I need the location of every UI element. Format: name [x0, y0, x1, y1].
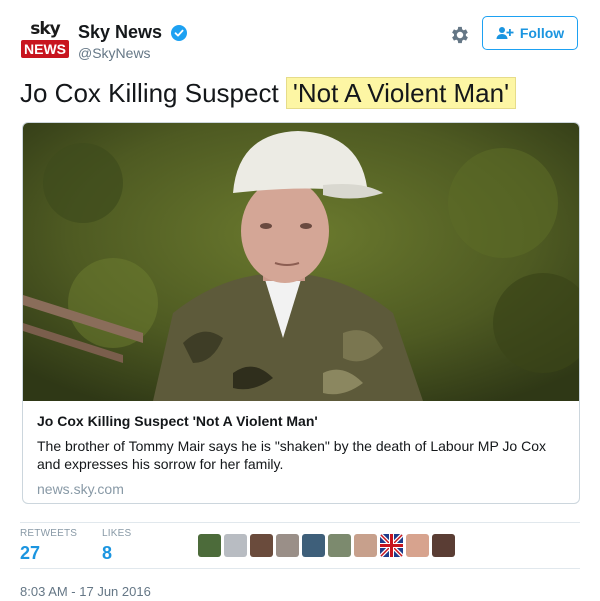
card-domain[interactable]: news.sky.com — [37, 481, 567, 497]
avatar[interactable] — [302, 534, 325, 557]
verified-icon — [170, 24, 187, 41]
display-name[interactable]: Sky News — [78, 22, 162, 43]
stats-bottom-divider — [20, 568, 580, 569]
avatar[interactable]: sky NEWS — [21, 19, 69, 64]
logo-sky-text: sky — [30, 19, 60, 39]
stats-top-divider — [20, 522, 580, 523]
avatar[interactable] — [198, 534, 221, 557]
card-title[interactable]: Jo Cox Killing Suspect 'Not A Violent Ma… — [37, 413, 567, 429]
avatar[interactable] — [224, 534, 247, 557]
avatar[interactable] — [354, 534, 377, 557]
retweets-stat[interactable]: RETWEETS 27 — [20, 528, 77, 564]
liker-avatars — [198, 534, 455, 557]
avatar[interactable] — [328, 534, 351, 557]
link-card[interactable]: Jo Cox Killing Suspect 'Not A Violent Ma… — [22, 122, 580, 504]
account-handle[interactable]: @SkyNews — [78, 45, 187, 61]
tweet-text-plain: Jo Cox Killing Suspect — [20, 78, 279, 108]
tweet-stats: RETWEETS 27 LIKES 8 — [20, 528, 580, 568]
card-description: The brother of Tommy Mair says he is "sh… — [37, 438, 547, 472]
avatar[interactable] — [250, 534, 273, 557]
add-user-icon — [496, 27, 514, 39]
retweets-count: 27 — [20, 543, 41, 563]
avatar[interactable] — [380, 534, 403, 557]
tweet-header: sky NEWS Sky News @SkyNews Follow — [21, 14, 580, 70]
retweets-label: RETWEETS — [20, 528, 78, 539]
avatar[interactable] — [432, 534, 455, 557]
likes-count: 8 — [102, 543, 113, 563]
avatar[interactable] — [406, 534, 429, 557]
follow-button[interactable]: Follow — [482, 16, 578, 50]
card-body: Jo Cox Killing Suspect 'Not A Violent Ma… — [23, 401, 579, 503]
tweet-text: Jo Cox Killing Suspect 'Not A Violent Ma… — [20, 77, 517, 109]
account-names: Sky News @SkyNews — [78, 22, 187, 61]
logo-news-text: NEWS — [21, 40, 69, 58]
tweet-timestamp[interactable]: 8:03 AM - 17 Jun 2016 — [20, 584, 151, 599]
gear-icon[interactable] — [449, 24, 471, 46]
tweet-text-highlight: 'Not A Violent Man' — [285, 77, 517, 109]
card-photo[interactable] — [23, 123, 580, 401]
follow-label: Follow — [519, 25, 565, 41]
likes-label: LIKES — [102, 528, 132, 539]
likes-stat[interactable]: LIKES 8 — [102, 528, 131, 564]
avatar[interactable] — [276, 534, 299, 557]
